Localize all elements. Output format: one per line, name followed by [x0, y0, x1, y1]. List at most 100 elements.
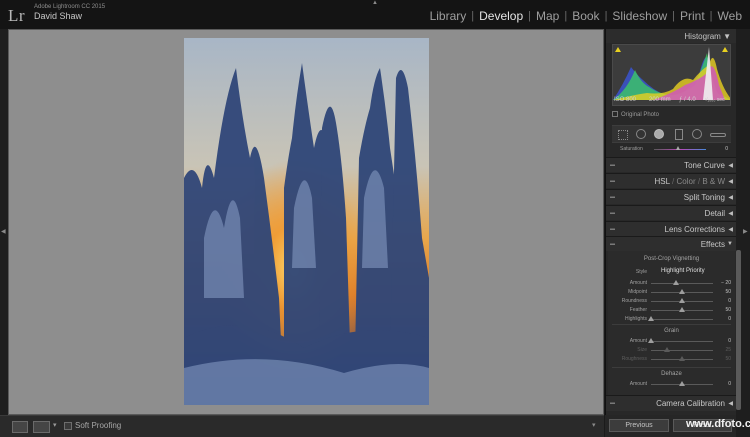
module-develop[interactable]: Develop	[477, 9, 525, 23]
slider-row[interactable]: Amount 0	[608, 380, 735, 388]
adjustment-brush-icon[interactable]	[710, 133, 726, 137]
partial-saturation-row[interactable]: Saturation 0	[606, 145, 737, 154]
top-panel-toggle-icon[interactable]: ▲	[372, 0, 378, 6]
view-options-chevron-icon[interactable]: ▾	[53, 421, 57, 429]
module-web[interactable]: Web	[716, 9, 744, 23]
soft-proofing-checkbox[interactable]	[64, 422, 72, 430]
slider-track[interactable]	[651, 341, 713, 342]
slider-label: Amount	[629, 381, 647, 387]
slider-thumb[interactable]	[679, 289, 685, 294]
slider-track[interactable]	[651, 283, 713, 284]
highlight-clipping-warning-icon[interactable]	[722, 47, 728, 52]
section-hsl[interactable]: ▬ HSL / Color / B & W ◀	[606, 173, 737, 188]
slider-thumb[interactable]	[648, 338, 654, 343]
module-library[interactable]: Library	[428, 9, 469, 23]
right-panel-toggle-icon[interactable]: ▶	[743, 228, 748, 235]
iso-value: ISO 800	[614, 97, 637, 103]
left-panel-toggle-icon[interactable]: ◀	[1, 228, 6, 235]
module-slideshow[interactable]: Slideshow	[610, 9, 669, 23]
effects-panel-body: Post-Crop Vignetting Style Highlight Pri…	[608, 251, 735, 395]
toolbar-menu-chevron-icon[interactable]: ▾	[592, 421, 596, 429]
panel-switch-icon[interactable]: ▬	[610, 400, 615, 406]
vignette-style-value[interactable]: Highlight Priority	[661, 268, 705, 274]
vignette-style-row[interactable]: Style Highlight Priority	[608, 268, 735, 277]
slider-thumb[interactable]	[679, 356, 685, 361]
slider-thumb[interactable]	[679, 307, 685, 312]
collapse-triangle-icon: ▼	[727, 241, 733, 247]
lens-corrections-label: Lens Corrections	[664, 225, 725, 234]
slider-value[interactable]: 0	[728, 338, 731, 344]
panel-switch-icon[interactable]: ▬	[610, 241, 615, 247]
color-tab[interactable]: Color	[677, 177, 696, 186]
before-after-view-icon[interactable]	[33, 421, 50, 433]
slider-label: Roundness	[621, 298, 647, 304]
slider-value[interactable]: 25	[725, 347, 731, 353]
top-bar: Lr Adobe Lightroom CC 2015 David Shaw ▲ …	[0, 0, 750, 29]
section-detail[interactable]: ▬ Detail ◀	[606, 205, 737, 220]
section-lens-corrections[interactable]: ▬ Lens Corrections ◀	[606, 221, 737, 236]
original-photo-label: Original Photo	[621, 112, 660, 118]
detail-label: Detail	[704, 209, 725, 218]
right-panel-scrollbar[interactable]	[736, 250, 741, 410]
original-photo-toggle[interactable]: Original Photo	[612, 111, 659, 118]
previous-button[interactable]: Previous	[609, 419, 669, 432]
snowy-trees-sunset-photo	[184, 38, 429, 405]
slider-row[interactable]: Size 25	[608, 346, 735, 354]
histogram-header[interactable]: Histogram ▼	[606, 29, 737, 43]
collapse-triangle-icon: ▼	[723, 32, 731, 41]
spot-removal-tool-icon[interactable]	[636, 129, 646, 139]
slider-track[interactable]	[651, 350, 713, 351]
bw-tab[interactable]: B & W	[702, 177, 725, 186]
slider-row[interactable]: Midpoint 50	[608, 288, 735, 296]
slider-value[interactable]: 50	[725, 307, 731, 313]
photo-preview[interactable]	[184, 38, 429, 405]
slider-thumb[interactable]	[648, 316, 654, 321]
slider-value[interactable]: 0	[728, 381, 731, 387]
slider-thumb[interactable]	[679, 381, 685, 386]
bottom-toolbar: ▾ Soft Proofing ▾	[0, 415, 604, 437]
module-print[interactable]: Print	[678, 9, 707, 23]
radial-filter-icon[interactable]	[692, 129, 702, 139]
panel-switch-icon[interactable]: ▬	[610, 162, 615, 168]
section-tone-curve[interactable]: ▬ Tone Curve ◀	[606, 157, 737, 172]
slider-row[interactable]: Amount 0	[608, 337, 735, 345]
slider-row[interactable]: Amount − 20	[608, 279, 735, 287]
hsl-tab[interactable]: HSL	[655, 177, 670, 186]
slider-value[interactable]: 0	[728, 298, 731, 304]
graduated-filter-icon[interactable]	[675, 129, 683, 140]
identity-plate: David Shaw	[34, 11, 83, 21]
slider-row[interactable]: Highlights 0	[608, 315, 735, 323]
slider-label: Amount	[629, 338, 647, 344]
panel-switch-icon[interactable]: ▬	[610, 226, 615, 232]
slider-row[interactable]: Roughness 50	[608, 355, 735, 363]
slider-row[interactable]: Roundness 0	[608, 297, 735, 305]
slider-value[interactable]: 0	[728, 316, 731, 322]
section-effects[interactable]: ▬ Effects ▼	[606, 236, 737, 251]
panel-switch-icon[interactable]: ▬	[610, 210, 615, 216]
shadow-clipping-warning-icon[interactable]	[615, 47, 621, 52]
original-photo-checkbox[interactable]	[612, 111, 618, 117]
section-split-toning[interactable]: ▬ Split Toning ◀	[606, 189, 737, 204]
loupe-view-icon[interactable]	[12, 421, 28, 433]
slider-value[interactable]: 50	[725, 289, 731, 295]
slider-label: Amount	[629, 280, 647, 286]
slider-thumb[interactable]	[679, 298, 685, 303]
focal-length-value: 200 mm	[649, 97, 671, 103]
saturation-track[interactable]	[654, 149, 706, 150]
slider-thumb[interactable]	[663, 347, 670, 352]
slider-value[interactable]: 50	[725, 356, 731, 362]
slider-track[interactable]	[651, 319, 713, 320]
red-eye-tool-icon[interactable]	[654, 129, 664, 139]
slider-label: Midpoint	[628, 289, 647, 295]
slider-thumb[interactable]	[672, 280, 679, 285]
module-map[interactable]: Map	[534, 9, 561, 23]
module-book[interactable]: Book	[570, 9, 601, 23]
panel-switch-icon[interactable]: ▬	[610, 194, 615, 200]
slider-row[interactable]: Feather 50	[608, 306, 735, 314]
saturation-thumb[interactable]	[676, 146, 680, 150]
dehaze-title: Dehaze	[661, 371, 682, 377]
crop-tool-icon[interactable]	[618, 130, 628, 140]
section-camera-calibration[interactable]: ▬ Camera Calibration ◀	[606, 395, 737, 411]
slider-value[interactable]: − 20	[721, 280, 731, 286]
panel-switch-icon[interactable]: ▬	[610, 178, 615, 184]
